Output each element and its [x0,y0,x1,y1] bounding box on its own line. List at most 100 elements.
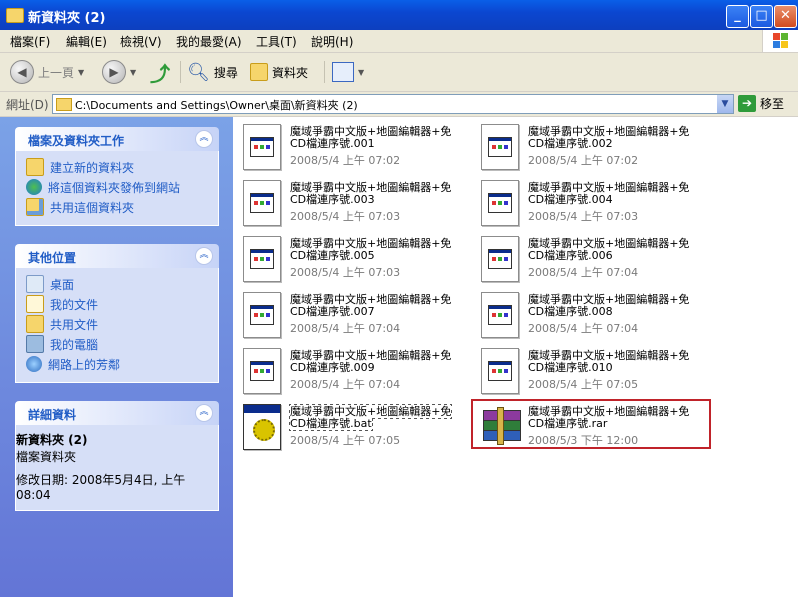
file-name: 魔域爭霸中文版+地圖編輯器+免CD檔連序號.bat [288,404,453,431]
batch-file-icon [243,404,281,450]
computer-icon [26,335,44,353]
address-bar: 網址(D) C:\Documents and Settings\Owner\桌面… [0,92,798,117]
place-desktop[interactable]: 桌面 [16,274,218,294]
place-shared-documents[interactable]: 共用文件 [16,314,218,334]
detail-name: 新資料夾 (2) [16,433,88,447]
up-folder-button[interactable]: ⤴ [150,59,170,86]
window-title: 新資料夾 (2) [28,11,106,26]
file-item[interactable]: 魔域爭霸中文版+地圖編輯器+免CD檔連序號.004 2008/5/4 上午 07:… [471,177,701,227]
panel-header[interactable]: 檔案及資料夾工作 ︽ [15,127,219,151]
go-button[interactable]: ➔ 移至 [738,95,784,112]
file-date: 2008/5/4 上午 07:03 [528,210,639,223]
file-item[interactable]: 魔域爭霸中文版+地圖編輯器+免CD檔連序號.006 2008/5/4 上午 07:… [471,233,701,283]
chevron-down-icon[interactable]: ▼ [358,68,364,77]
shared-documents-icon [26,315,44,333]
menu-favorites[interactable]: 我的最愛(A) [176,33,242,50]
generic-file-icon [243,180,281,226]
go-arrow-icon: ➔ [738,95,756,112]
folders-button[interactable]: 資料夾 [250,59,308,85]
file-name: 魔域爭霸中文版+地圖編輯器+免CD檔連序號.003 [290,181,452,206]
file-item[interactable]: 魔域爭霸中文版+地圖編輯器+免CD檔連序號.009 2008/5/4 上午 07:… [233,345,463,395]
address-input[interactable]: C:\Documents and Settings\Owner\桌面\新資料夾 … [52,94,734,114]
file-item[interactable]: 魔域爭霸中文版+地圖編輯器+免CD檔連序號.002 2008/5/4 上午 07:… [471,121,701,171]
file-name: 魔域爭霸中文版+地圖編輯器+免CD檔連序號.008 [528,293,690,318]
task-new-folder[interactable]: 建立新的資料夾 [16,157,218,177]
place-my-computer[interactable]: 我的電腦 [16,334,218,354]
address-label: 網址(D) [6,98,49,112]
file-name: 魔域爭霸中文版+地圖編輯器+免CD檔連序號.006 [528,237,690,262]
file-date: 2008/5/4 上午 07:04 [290,378,401,391]
collapse-chevron-icon[interactable]: ︽ [195,404,213,422]
network-icon [26,356,42,372]
file-date: 2008/5/4 上午 07:05 [528,378,639,391]
collapse-chevron-icon[interactable]: ︽ [195,247,213,265]
folder-icon [250,63,268,81]
task-pane: 檔案及資料夾工作 ︽ 建立新的資料夾 將這個資料夾發佈到網站 共用這個資料夾 其… [0,117,233,597]
close-button[interactable]: ✕ [774,5,797,28]
rar-archive-icon [481,404,521,448]
file-date: 2008/5/4 上午 07:02 [290,154,401,167]
up-arrow-icon: ⤴ [150,61,170,86]
title-bar[interactable]: 新資料夾 (2) _ □ ✕ [0,0,798,30]
chevron-down-icon[interactable]: ▼ [717,95,733,113]
chevron-down-icon[interactable]: ▼ [78,68,84,77]
minimize-button[interactable]: _ [726,5,749,28]
address-path[interactable]: C:\Documents and Settings\Owner\桌面\新資料夾 … [75,97,358,113]
file-tasks-panel: 檔案及資料夾工作 ︽ 建立新的資料夾 將這個資料夾發佈到網站 共用這個資料夾 [15,127,219,226]
file-item[interactable]: 魔域爭霸中文版+地圖編輯器+免CD檔連序號.007 2008/5/4 上午 07:… [233,289,463,339]
desktop-icon [26,275,44,293]
generic-file-icon [481,236,519,282]
back-arrow-icon: ◀ [10,60,34,84]
task-share-folder[interactable]: 共用這個資料夾 [16,197,218,217]
file-list: 魔域爭霸中文版+地圖編輯器+免CD檔連序號.001 2008/5/4 上午 07:… [233,117,798,597]
generic-file-icon [481,292,519,338]
share-folder-icon [26,198,44,216]
file-name: 魔域爭霸中文版+地圖編輯器+免CD檔連序號.rar [528,405,690,430]
detail-type: 檔案資料夾 [16,450,77,464]
forward-button[interactable]: ▶ ▼ [102,59,136,85]
file-item[interactable]: 魔域爭霸中文版+地圖編輯器+免CD檔連序號.bat 2008/5/4 上午 07:… [233,401,463,451]
generic-file-icon [243,124,281,170]
other-places-panel: 其他位置 ︽ 桌面 我的文件 共用文件 我的電腦 網路上的芳鄰 [15,244,219,383]
details-panel: 詳細資料 ︽ 新資料夾 (2) 檔案資料夾 修改日期: 2008年5月4日, 上… [15,401,219,511]
toolbar: ◀ 上一頁 ▼ ▶ ▼ ⤴ 🔍︎ 搜尋 資料夾 ▼ [0,53,798,92]
place-my-documents[interactable]: 我的文件 [16,294,218,314]
file-item[interactable]: 魔域爭霸中文版+地圖編輯器+免CD檔連序號.003 2008/5/4 上午 07:… [233,177,463,227]
file-item[interactable]: 魔域爭霸中文版+地圖編輯器+免CD檔連序號.001 2008/5/4 上午 07:… [233,121,463,171]
detail-modified: 修改日期: 2008年5月4日, 上午 08:04 [16,473,186,502]
menu-tools[interactable]: 工具(T) [256,33,297,50]
file-date: 2008/5/4 上午 07:05 [290,434,401,447]
views-button[interactable]: ▼ [332,59,364,85]
chevron-down-icon[interactable]: ▼ [130,68,136,77]
search-button[interactable]: 🔍︎ 搜尋 [187,59,238,85]
panel-header[interactable]: 詳細資料 ︽ [15,401,219,425]
file-name: 魔域爭霸中文版+地圖編輯器+免CD檔連序號.010 [528,349,690,374]
file-item[interactable]: 魔域爭霸中文版+地圖編輯器+免CD檔連序號.008 2008/5/4 上午 07:… [471,289,701,339]
file-item[interactable]: 魔域爭霸中文版+地圖編輯器+免CD檔連序號.010 2008/5/4 上午 07:… [471,345,701,395]
file-item[interactable]: 魔域爭霸中文版+地圖編輯器+免CD檔連序號.rar 2008/5/3 下午 12:… [471,401,701,451]
generic-file-icon [243,292,281,338]
menu-edit[interactable]: 編輯(E) [66,33,107,50]
file-item[interactable]: 魔域爭霸中文版+地圖編輯器+免CD檔連序號.005 2008/5/4 上午 07:… [233,233,463,283]
menu-view[interactable]: 檢視(V) [120,33,162,50]
collapse-chevron-icon[interactable]: ︽ [195,130,213,148]
place-network[interactable]: 網路上的芳鄰 [16,354,218,374]
panel-header[interactable]: 其他位置 ︽ [15,244,219,268]
menu-file[interactable]: 檔案(F) [10,33,50,50]
menu-help[interactable]: 說明(H) [311,33,353,50]
documents-icon [26,295,44,313]
folder-icon [56,98,72,111]
file-name: 魔域爭霸中文版+地圖編輯器+免CD檔連序號.005 [290,237,452,262]
maximize-button[interactable]: □ [750,5,773,28]
generic-file-icon [481,124,519,170]
generic-file-icon [243,236,281,282]
back-button[interactable]: ◀ 上一頁 ▼ [10,59,84,85]
file-date: 2008/5/4 上午 07:04 [528,322,639,335]
file-date: 2008/5/4 上午 07:03 [290,210,401,223]
file-name: 魔域爭霸中文版+地圖編輯器+免CD檔連序號.009 [290,349,452,374]
generic-file-icon [243,348,281,394]
task-publish-web[interactable]: 將這個資料夾發佈到網站 [16,177,218,197]
generic-file-icon [481,348,519,394]
file-name: 魔域爭霸中文版+地圖編輯器+免CD檔連序號.001 [290,125,452,150]
forward-arrow-icon: ▶ [102,60,126,84]
